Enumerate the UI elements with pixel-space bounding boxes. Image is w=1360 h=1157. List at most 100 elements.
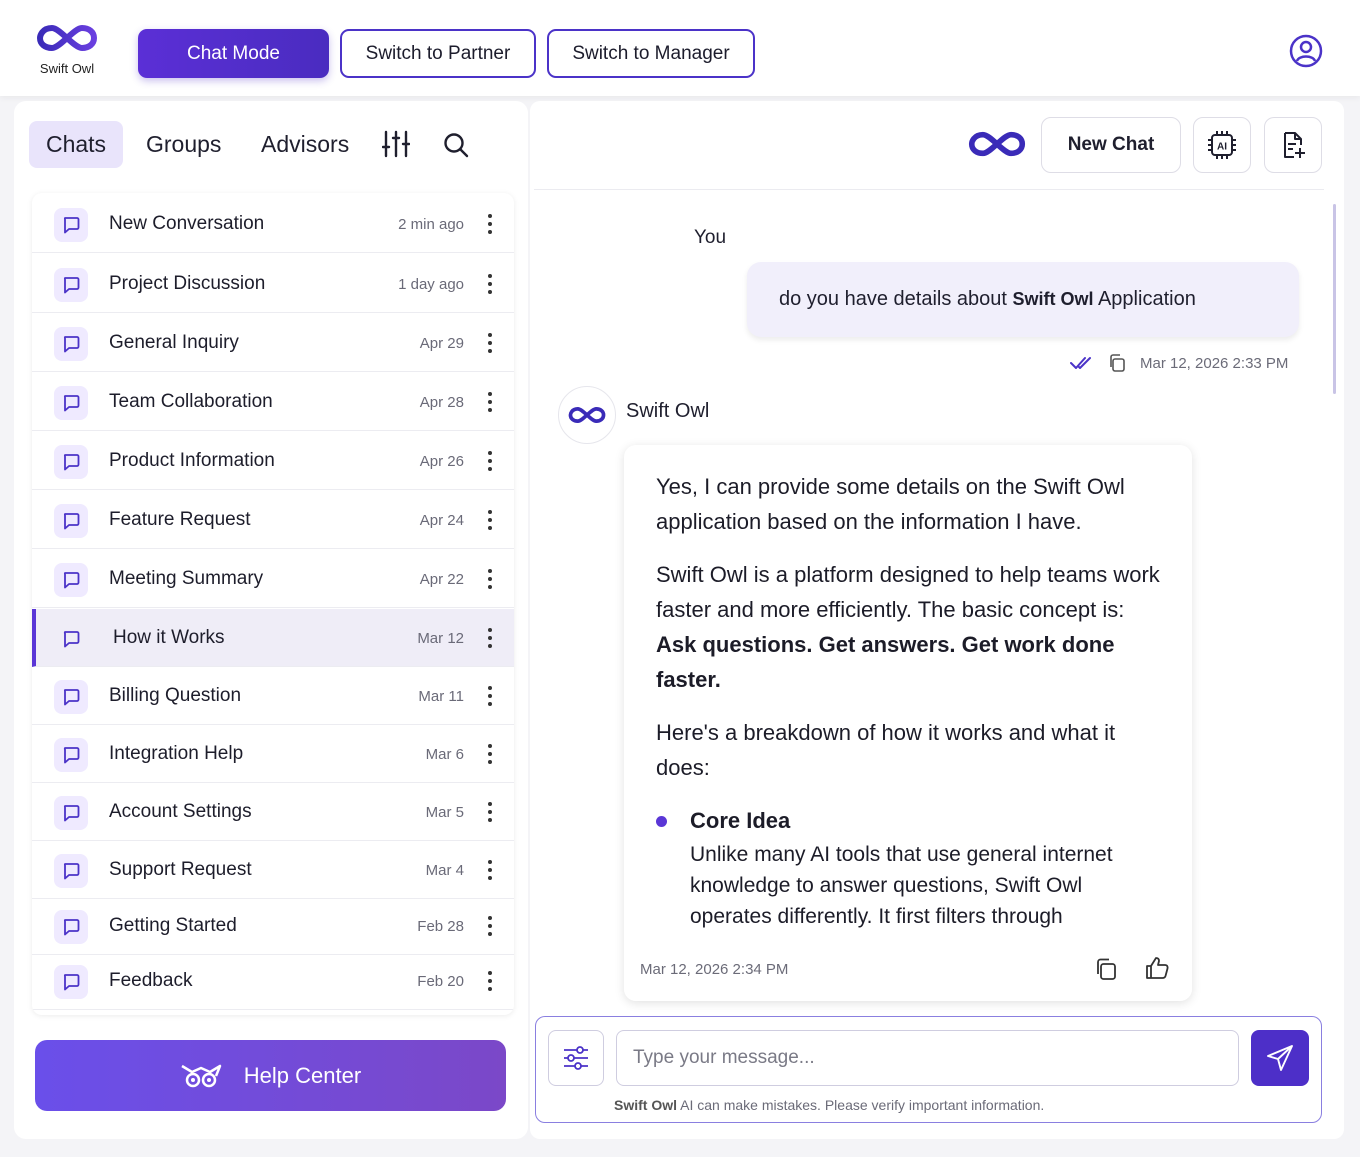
chat-list-item[interactable]: Integration Help Mar 6 [32,725,514,783]
chat-date: Apr 24 [419,512,464,529]
search-icon[interactable] [442,131,470,159]
chat-bubble-icon [54,386,88,420]
bot-paragraph-bold: Ask questions. Get answers. Get work don… [656,632,1115,692]
bullet-text: Unlike many AI tools that use general in… [690,843,1113,928]
brand-name: Swift Owl [39,61,95,76]
chat-list-item[interactable]: Billing Question Mar 11 [32,667,514,725]
more-options-icon[interactable] [480,623,500,653]
message-input[interactable] [616,1030,1239,1086]
chat-date: Mar 12 [417,630,464,647]
chat-bubble-icon [54,965,88,999]
document-add-icon [1284,132,1305,158]
bot-message-card: Yes, I can provide some details on the S… [624,445,1192,1001]
more-options-icon[interactable] [480,681,500,711]
chat-title: Getting Started [109,915,237,936]
user-message-meta: Mar 12, 2026 2:33 PM [1070,354,1288,372]
chat-list-item[interactable]: Feature Request Apr 24 [32,491,514,549]
chat-date: 1 day ago [398,276,464,293]
bot-message-body: Yes, I can provide some details on the S… [656,469,1166,932]
bot-message-footer: Mar 12, 2026 2:34 PM [624,945,1192,1001]
chat-list-item[interactable]: Meeting Summary Apr 22 [32,550,514,608]
chat-date: Apr 26 [419,453,464,470]
chat-date: Apr 22 [419,571,464,588]
more-options-icon[interactable] [480,855,500,885]
brand-logo[interactable]: Swift Owl [30,22,104,76]
chat-bubble-icon [54,796,88,830]
help-center-button[interactable]: Help Center [35,1040,506,1111]
double-check-icon [1070,357,1091,369]
more-options-icon[interactable] [480,446,500,476]
more-options-icon[interactable] [480,911,500,941]
chat-date: Feb 20 [417,973,464,990]
infinity-logo-icon [568,407,606,423]
thumbs-up-icon[interactable] [1144,955,1170,981]
svg-text:AI: AI [1217,142,1227,153]
more-options-icon[interactable] [480,505,500,535]
user-profile-icon[interactable] [1289,34,1323,68]
tab-advisors[interactable]: Advisors [261,121,349,168]
bot-paragraph: Here's a breakdown of how it works and w… [656,720,1116,780]
chat-list-item[interactable]: Feedback Feb 20 [32,952,514,1010]
chat-list-item[interactable]: General Inquiry Apr 29 [32,314,514,372]
chat-list-item[interactable]: Account Settings Mar 5 [32,783,514,841]
tab-groups[interactable]: Groups [146,121,221,168]
top-bar: Swift Owl Chat Mode Switch to Partner Sw… [0,0,1360,96]
bot-message-timestamp: Mar 12, 2026 2:34 PM [640,961,789,978]
sliders-icon [564,1046,588,1070]
chat-mode-button[interactable]: Chat Mode [138,29,329,78]
conversation-panel: New Chat AI You do you have details abou… [530,101,1344,1139]
chat-title: Team Collaboration [109,391,273,412]
bullet-item: Core Idea Unlike many AI tools that use … [656,803,1166,932]
more-options-icon[interactable] [480,739,500,769]
new-chat-button[interactable]: New Chat [1041,117,1181,173]
composer-settings-button[interactable] [548,1030,604,1086]
bot-sender-label: Swift Owl [626,400,710,422]
chat-bubble-icon [54,327,88,361]
more-options-icon[interactable] [480,564,500,594]
chat-title: Project Discussion [109,273,266,294]
bot-paragraph: Swift Owl is a platform designed to help… [656,557,1166,697]
chat-list-item[interactable]: How it Works Mar 12 [32,609,514,667]
infinity-logo-icon [36,24,98,52]
more-options-icon[interactable] [480,269,500,299]
chat-bubble-icon [54,504,88,538]
send-button[interactable] [1251,1030,1309,1086]
chat-title: Feedback [109,970,193,991]
chat-title: Feature Request [109,509,251,530]
user-sender-label: You [694,227,727,248]
bot-paragraph-text: Swift Owl is a platform designed to help… [656,562,1160,622]
chat-title: How it Works [113,627,225,648]
disclaimer-text: AI can make mistakes. Please verify impo… [677,1097,1045,1113]
chat-date: 2 min ago [398,216,464,233]
chat-date: Mar 11 [418,688,464,705]
switch-to-partner-button[interactable]: Switch to Partner [340,29,536,78]
chat-list-item[interactable]: Getting Started Feb 28 [32,897,514,955]
new-document-button[interactable] [1264,117,1322,173]
chat-title: Account Settings [109,801,252,822]
ai-chip-button[interactable]: AI [1193,117,1251,173]
user-message-brand: Swift Owl [1012,289,1094,309]
more-options-icon[interactable] [480,328,500,358]
chat-list-item[interactable]: New Conversation 2 min ago [32,195,514,253]
more-options-icon[interactable] [480,797,500,827]
chat-title: Integration Help [109,743,244,764]
more-options-icon[interactable] [480,209,500,239]
chat-list-item[interactable]: Support Request Mar 4 [32,841,514,899]
send-icon [1267,1045,1293,1071]
switch-to-manager-button[interactable]: Switch to Manager [547,29,755,78]
more-options-icon[interactable] [480,387,500,417]
chat-list-item[interactable]: Team Collaboration Apr 28 [32,373,514,431]
chat-bubble-icon [54,268,88,302]
filter-sliders-icon[interactable] [382,129,410,159]
infinity-logo-icon [968,131,1026,157]
copy-icon[interactable] [1108,354,1126,372]
chat-title: General Inquiry [109,332,239,353]
message-composer: Swift Owl AI can make mistakes. Please v… [535,1016,1322,1123]
more-options-icon[interactable] [480,966,500,996]
chat-list-item[interactable]: Project Discussion 1 day ago [32,255,514,313]
copy-icon[interactable] [1094,957,1118,981]
chat-list-item[interactable]: Product Information Apr 26 [32,432,514,490]
chat-bubble-icon [54,622,88,656]
tab-chats[interactable]: Chats [29,121,123,168]
scrollbar[interactable] [1333,204,1336,394]
